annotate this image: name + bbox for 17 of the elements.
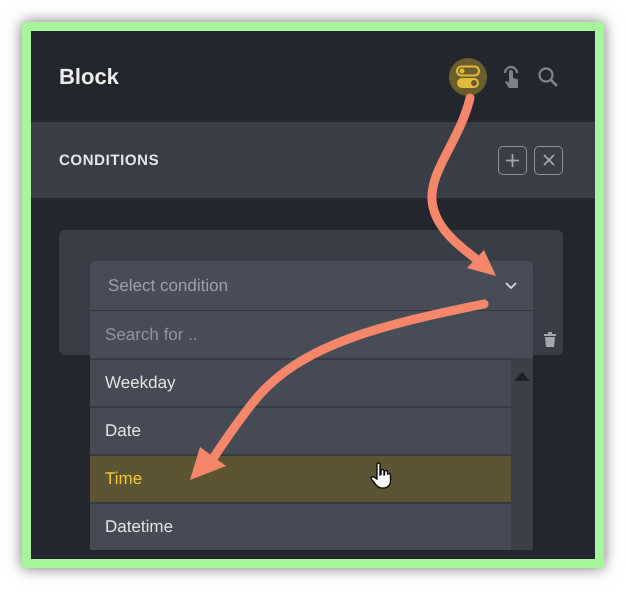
dropdown-option[interactable]: Time (90, 454, 511, 502)
dropdown-option[interactable]: Datetime (90, 502, 511, 550)
search-icon[interactable] (537, 66, 559, 88)
plus-icon (506, 154, 519, 166)
dropdown-option[interactable]: Date (90, 406, 511, 454)
add-button[interactable] (498, 146, 527, 174)
scrollbar[interactable] (511, 358, 533, 550)
section-title: CONDITIONS (59, 152, 160, 168)
panel-title: Block (59, 64, 120, 90)
dropdown-option[interactable]: Weekday (90, 358, 511, 406)
toggles-icon[interactable] (449, 58, 487, 96)
close-icon (542, 154, 554, 166)
hand-cursor-icon (370, 462, 392, 490)
search-field[interactable]: Search for .. (90, 310, 533, 358)
chevron-icon (505, 282, 517, 290)
trash-icon[interactable] (544, 332, 556, 347)
close-button[interactable] (534, 146, 563, 174)
